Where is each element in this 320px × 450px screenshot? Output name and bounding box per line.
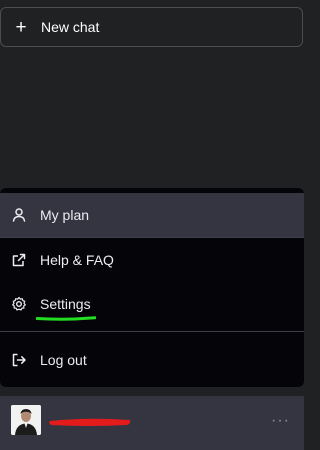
account-footer[interactable]: ··· bbox=[0, 396, 304, 450]
menu-item-label: Help & FAQ bbox=[40, 252, 114, 268]
external-link-icon bbox=[12, 253, 26, 267]
menu-item-my-plan[interactable]: My plan bbox=[0, 193, 304, 237]
avatar-photo bbox=[11, 405, 41, 435]
menu-item-log-out[interactable]: Log out bbox=[0, 338, 304, 382]
menu-item-label: My plan bbox=[40, 207, 90, 223]
menu-item-label: Settings bbox=[40, 296, 91, 312]
menu-item-help-faq[interactable]: Help & FAQ bbox=[0, 238, 304, 282]
menu-item-label: Log out bbox=[40, 352, 87, 368]
highlight-underline bbox=[36, 316, 96, 321]
plus-icon: + bbox=[15, 16, 27, 38]
divider bbox=[0, 331, 304, 332]
new-chat-label: New chat bbox=[41, 19, 100, 35]
avatar[interactable] bbox=[11, 405, 41, 435]
logout-icon bbox=[12, 353, 26, 367]
user-icon bbox=[12, 208, 26, 222]
user-menu: My plan Help & FAQ Settings Log out bbox=[0, 188, 304, 387]
redaction-mark bbox=[49, 418, 131, 426]
gear-icon bbox=[12, 296, 26, 311]
new-chat-button[interactable]: + New chat bbox=[0, 7, 303, 47]
more-options-icon[interactable]: ··· bbox=[271, 413, 290, 429]
